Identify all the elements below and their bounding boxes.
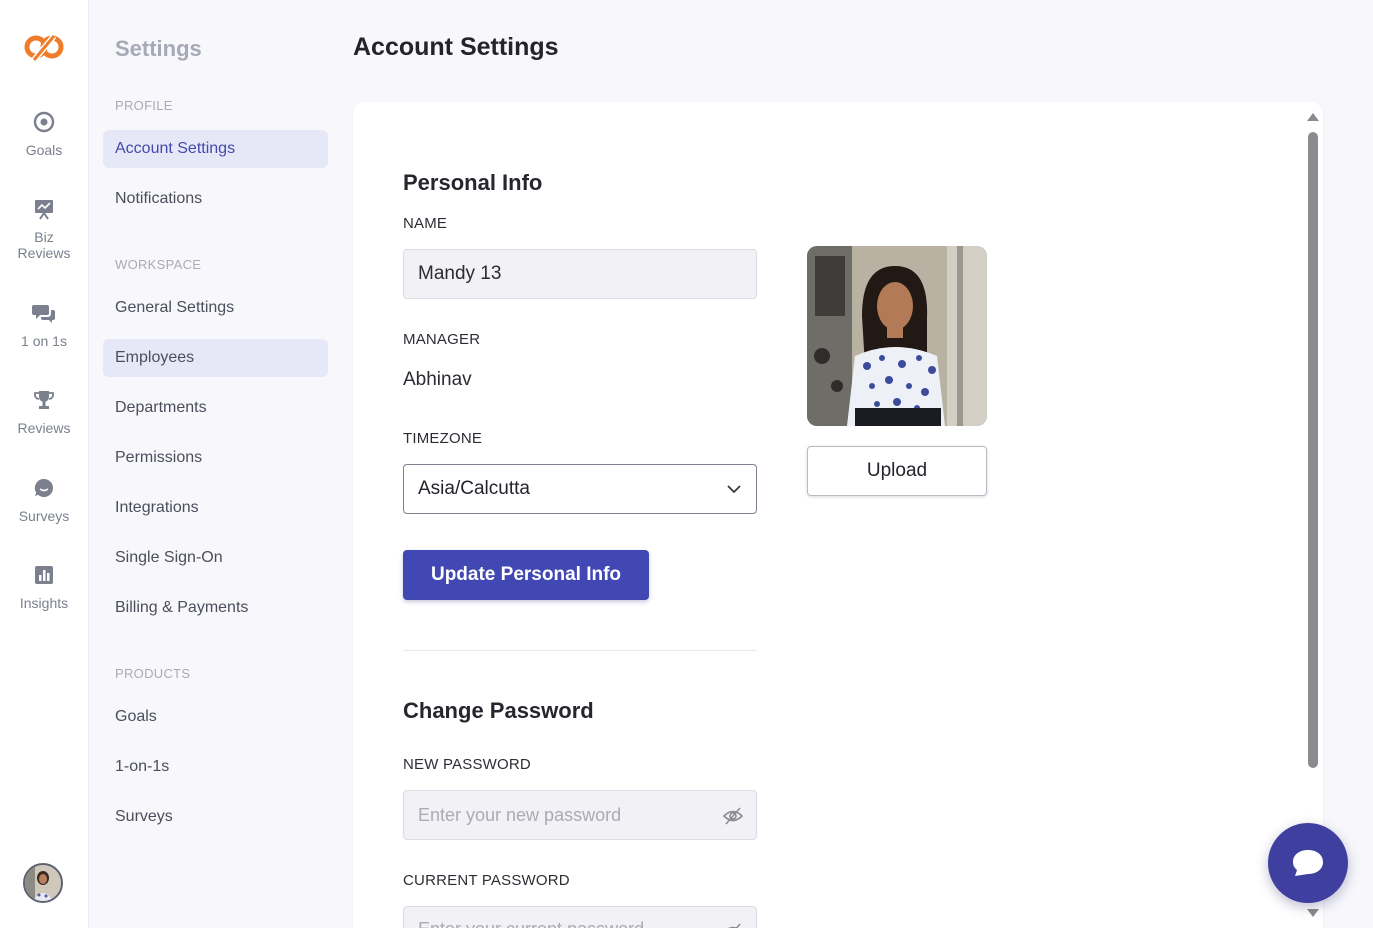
name-input[interactable]: Mandy 13: [403, 249, 757, 299]
app-logo-icon[interactable]: [24, 30, 64, 66]
speech-bubble-icon: [32, 476, 56, 500]
current-password-field[interactable]: Enter your current password: [403, 906, 757, 928]
scroll-up-arrow-icon[interactable]: [1307, 113, 1319, 121]
new-password-placeholder: Enter your new password: [418, 804, 622, 825]
current-password-placeholder: Enter your current password: [418, 919, 644, 928]
rail-item-label: Insights: [19, 595, 69, 611]
user-avatar[interactable]: [23, 863, 63, 903]
nav-item-employees[interactable]: Employees: [103, 339, 328, 377]
chat-bubbles-icon: [32, 301, 56, 325]
trophy-icon: [32, 388, 56, 412]
manager-label: MANAGER: [403, 331, 481, 348]
chat-bubble-icon: [1293, 850, 1323, 876]
bar-chart-icon: [32, 563, 56, 587]
upload-photo-button[interactable]: Upload: [807, 446, 987, 496]
chevron-down-icon: [727, 485, 741, 494]
account-settings-card: Personal Info NAME Mandy 13 MANAGER Abhi…: [353, 102, 1323, 928]
nav-item-billing-payments[interactable]: Billing & Payments: [103, 589, 328, 627]
section-label-workspace: WORKSPACE: [115, 257, 202, 272]
presentation-chart-icon: [32, 197, 56, 221]
rail-item-label: Reviews: [17, 420, 71, 436]
rail-item-insights[interactable]: Insights: [0, 563, 88, 611]
page-title: Account Settings: [353, 33, 559, 61]
timezone-select[interactable]: Asia/Calcutta: [403, 464, 757, 514]
rail-item-one-on-ones[interactable]: 1 on 1s: [0, 301, 88, 349]
name-label: NAME: [403, 215, 448, 232]
rail-item-label: Goals: [25, 142, 63, 158]
rail-item-reviews[interactable]: Reviews: [0, 388, 88, 436]
change-password-heading: Change Password: [403, 698, 594, 723]
nav-item-one-on-ones[interactable]: 1-on-1s: [103, 748, 328, 786]
personal-info-heading: Personal Info: [403, 170, 543, 195]
profile-photo: [807, 246, 987, 426]
nav-item-general-settings[interactable]: General Settings: [103, 289, 328, 327]
current-password-label: CURRENT PASSWORD: [403, 872, 570, 889]
nav-item-single-sign-on[interactable]: Single Sign-On: [103, 539, 328, 577]
rail-item-label: Surveys: [18, 508, 70, 524]
chat-launcher-button[interactable]: [1268, 823, 1348, 903]
new-password-label: NEW PASSWORD: [403, 756, 531, 773]
section-label-profile: PROFILE: [115, 98, 173, 113]
update-personal-info-button[interactable]: Update Personal Info: [403, 550, 649, 600]
settings-title: Settings: [115, 36, 202, 61]
rail-item-label: Biz Reviews: [17, 229, 71, 261]
nav-item-goals[interactable]: Goals: [103, 698, 328, 736]
icon-rail: Goals Biz Reviews 1 on 1s Reviews Survey…: [0, 0, 89, 928]
settings-sidebar: Settings PROFILE Account Settings Notifi…: [89, 0, 339, 928]
section-divider: [403, 650, 757, 651]
nav-item-surveys[interactable]: Surveys: [103, 798, 328, 836]
manager-value: Abhinav: [403, 369, 472, 390]
nav-item-departments[interactable]: Departments: [103, 389, 328, 427]
eye-off-icon[interactable]: [722, 805, 744, 827]
scrollbar-thumb[interactable]: [1308, 132, 1318, 768]
nav-item-account-settings[interactable]: Account Settings: [103, 130, 328, 168]
rail-item-label: 1 on 1s: [21, 333, 67, 349]
section-label-products: PRODUCTS: [115, 666, 191, 681]
rail-item-goals[interactable]: Goals: [0, 110, 88, 158]
timezone-value: Asia/Calcutta: [418, 478, 530, 499]
target-icon: [32, 110, 56, 134]
rail-item-surveys[interactable]: Surveys: [0, 476, 88, 524]
new-password-field[interactable]: Enter your new password: [403, 790, 757, 840]
timezone-label: TIMEZONE: [403, 430, 483, 447]
eye-off-icon[interactable]: [722, 921, 744, 928]
nav-item-permissions[interactable]: Permissions: [103, 439, 328, 477]
rail-item-biz-reviews[interactable]: Biz Reviews: [0, 197, 88, 261]
nav-item-notifications[interactable]: Notifications: [103, 180, 328, 218]
nav-item-integrations[interactable]: Integrations: [103, 489, 328, 527]
scroll-down-arrow-icon[interactable]: [1307, 909, 1319, 917]
